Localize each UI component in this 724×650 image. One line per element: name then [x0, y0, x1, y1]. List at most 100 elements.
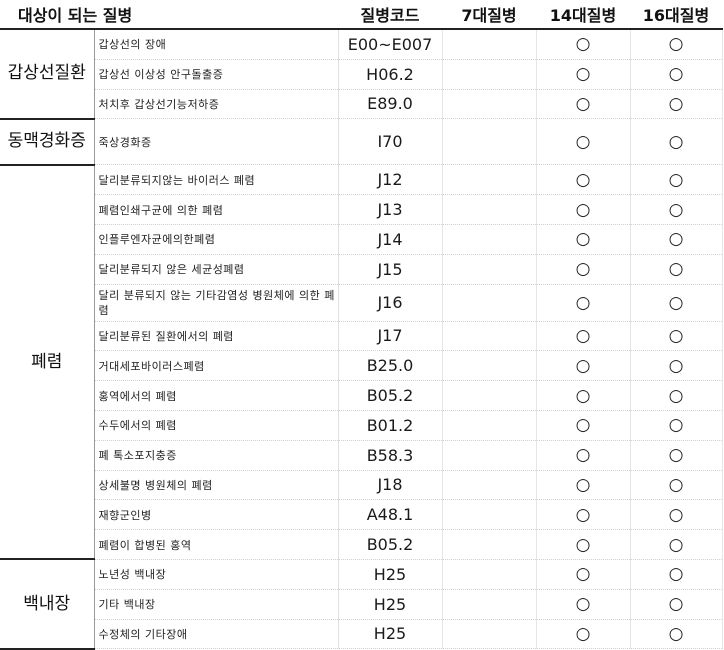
disease-code: E00~E007 [338, 29, 443, 60]
disease-name: 죽상경화증 [94, 118, 339, 166]
disease-name: 달리분류되지 않은 세균성폐렴 [94, 254, 339, 285]
mark-14: ○ [536, 380, 631, 411]
mark-7 [442, 470, 537, 501]
mark-16: ○ [630, 619, 723, 650]
mark-16: ○ [630, 499, 723, 531]
header-disease: 대상이 되는 질병 [0, 0, 338, 30]
disease-name: 폐렴인쇄구균에 의한 폐렴 [94, 194, 339, 225]
disease-name: 수정체의 기타장애 [94, 619, 339, 650]
header-row: 대상이 되는 질병 질병코드 7대질병 14대질병 16대질병 [0, 0, 722, 30]
mark-14: ○ [536, 194, 631, 225]
table-row: 거대세포바이러스폐렴 B25.0 ○ ○ [0, 350, 723, 382]
disease-name: 폐렴이 합병된 홍역 [94, 529, 339, 560]
mark-14: ○ [536, 350, 631, 382]
table-row: 폐렴이 합병된 홍역 B05.2 ○ ○ [0, 529, 723, 560]
disease-code: J15 [338, 254, 443, 285]
disease-code: B58.3 [338, 440, 443, 471]
mark-16: ○ [630, 254, 723, 285]
disease-name: 갑상선 이상성 안구돌출증 [94, 59, 339, 90]
mark-7 [442, 89, 537, 120]
mark-16: ○ [630, 529, 723, 560]
mark-14: ○ [536, 59, 631, 90]
table-row: 수정체의 기타장애 H25 ○ ○ [0, 619, 723, 650]
mark-7 [442, 440, 537, 471]
mark-14: ○ [536, 440, 631, 471]
mark-14: ○ [536, 224, 631, 255]
mark-7 [442, 29, 537, 60]
table-row: 홍역에서의 폐렴 B05.2 ○ ○ [0, 380, 723, 411]
group-arteriosclerosis: 동맥경화증 [0, 118, 95, 166]
mark-7 [442, 284, 537, 322]
table-row: 처치후 갑상선기능저하증 E89.0 ○ ○ [0, 89, 723, 120]
mark-14: ○ [536, 589, 631, 620]
disease-code: H06.2 [338, 59, 443, 90]
disease-name: 폐 톡소포지충증 [94, 440, 339, 471]
disease-name: 달리 분류되지 않는 기타감염성 병원체에 의한 폐렴 [94, 284, 339, 322]
disease-name: 달리분류되지않는 바이러스 폐렴 [94, 164, 339, 196]
mark-14: ○ [536, 619, 631, 650]
disease-name: 상세불명 병원체의 폐렴 [94, 470, 339, 501]
disease-code: H25 [338, 619, 443, 650]
disease-name: 수두에서의 폐렴 [94, 410, 339, 441]
disease-code: H25 [338, 559, 443, 590]
disease-code: B25.0 [338, 350, 443, 382]
mark-16: ○ [630, 350, 723, 382]
table-row: 달리분류된 질환에서의 폐렴 J17 ○ ○ [0, 321, 723, 352]
mark-16: ○ [630, 118, 723, 166]
mark-14: ○ [536, 499, 631, 531]
mark-7 [442, 410, 537, 441]
disease-code: J13 [338, 194, 443, 225]
mark-16: ○ [630, 440, 723, 471]
mark-14: ○ [536, 29, 631, 60]
disease-code: J14 [338, 224, 443, 255]
mark-14: ○ [536, 89, 631, 120]
mark-7 [442, 380, 537, 411]
mark-16: ○ [630, 380, 723, 411]
table-row: 상세불명 병원체의 폐렴 J18 ○ ○ [0, 470, 723, 501]
mark-14: ○ [536, 254, 631, 285]
mark-14: ○ [536, 410, 631, 441]
disease-code: J16 [338, 284, 443, 322]
mark-14: ○ [536, 164, 631, 196]
mark-7 [442, 619, 537, 650]
mark-16: ○ [630, 470, 723, 501]
disease-name: 재향군인병 [94, 499, 339, 531]
table-row: 폐렴인쇄구균에 의한 폐렴 J13 ○ ○ [0, 194, 723, 225]
mark-7 [442, 59, 537, 90]
header-16: 16대질병 [630, 0, 722, 30]
mark-7 [442, 321, 537, 352]
mark-7 [442, 254, 537, 285]
disease-name: 처치후 갑상선기능저하증 [94, 89, 339, 120]
group-thyroid: 갑상선질환 [0, 29, 95, 120]
mark-16: ○ [630, 589, 723, 620]
disease-name: 달리분류된 질환에서의 폐렴 [94, 321, 339, 352]
mark-14: ○ [536, 470, 631, 501]
table-row: 갑상선 이상성 안구돌출증 H06.2 ○ ○ [0, 59, 723, 90]
mark-7 [442, 118, 537, 166]
disease-table: 대상이 되는 질병 질병코드 7대질병 14대질병 16대질병 갑상선질환 갑상… [0, 0, 723, 650]
disease-code: J12 [338, 164, 443, 196]
mark-7 [442, 499, 537, 531]
mark-7 [442, 350, 537, 382]
table-row: 폐렴 달리분류되지않는 바이러스 폐렴 J12 ○ ○ [0, 164, 723, 561]
table-row: 갑상선질환 갑상선의 장애 E00~E007 ○ ○ [0, 29, 723, 120]
mark-14: ○ [536, 559, 631, 590]
mark-16: ○ [630, 29, 723, 60]
header-7: 7대질병 [442, 0, 536, 30]
disease-code: A48.1 [338, 499, 443, 531]
disease-code: B05.2 [338, 380, 443, 411]
mark-16: ○ [630, 410, 723, 441]
table-row: 동맥경화증 죽상경화증 I70 ○ ○ [0, 118, 723, 166]
table-row: 재향군인병 A48.1 ○ ○ [0, 499, 723, 531]
mark-14: ○ [536, 321, 631, 352]
mark-14: ○ [536, 284, 631, 322]
table-row: 폐 톡소포지충증 B58.3 ○ ○ [0, 440, 723, 471]
mark-16: ○ [630, 194, 723, 225]
disease-name: 거대세포바이러스폐렴 [94, 350, 339, 382]
table-row: 수두에서의 폐렴 B01.2 ○ ○ [0, 410, 723, 441]
mark-16: ○ [630, 284, 723, 322]
mark-16: ○ [630, 224, 723, 255]
disease-code: I70 [338, 118, 443, 166]
mark-14: ○ [536, 529, 631, 560]
mark-16: ○ [630, 321, 723, 352]
